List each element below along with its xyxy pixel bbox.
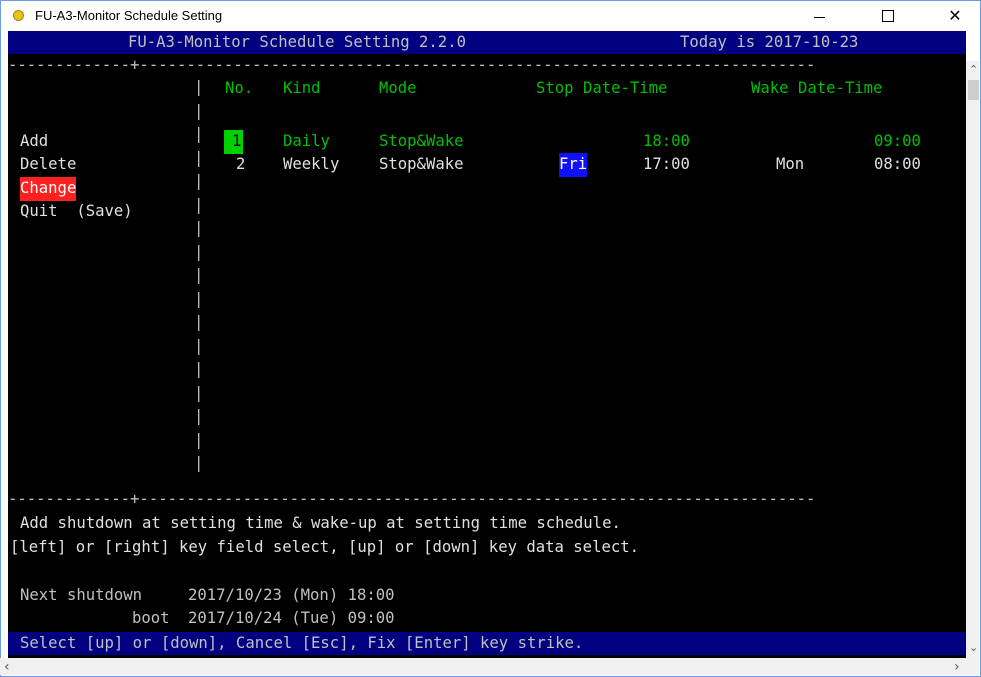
top-divider: -------------+--------------------------…: [8, 56, 816, 74]
help-line-2: [left] or [right] key field select, [up]…: [10, 538, 640, 556]
status-footer: Select [up] or [down], Cancel [Esc], Fix…: [8, 632, 966, 655]
col-header-mode: Mode: [379, 79, 417, 97]
row-1-mode[interactable]: Stop&Wake: [379, 130, 464, 154]
next-boot-label: boot: [132, 609, 170, 627]
row-2-mode[interactable]: Stop&Wake: [379, 153, 464, 177]
row-1-kind[interactable]: Daily: [283, 130, 330, 154]
row-2-no[interactable]: 2: [236, 153, 245, 177]
help-line-1: Add shutdown at setting time & wake-up a…: [20, 514, 621, 532]
bottom-divider: -------------+--------------------------…: [8, 490, 816, 508]
horizontal-scrollbar[interactable]: [0, 658, 966, 675]
menu-item-add[interactable]: Add: [20, 130, 48, 154]
minimize-button[interactable]: [796, 1, 842, 31]
row-1-no[interactable]: 1: [224, 130, 244, 154]
today-date: Today is 2017-10-23: [680, 33, 859, 51]
close-button[interactable]: ✕: [932, 1, 978, 31]
next-boot-value: 2017/10/24 (Tue) 09:00: [188, 609, 395, 627]
row-2-wake-time[interactable]: 08:00: [874, 153, 921, 177]
col-header-wake: Wake Date-Time: [751, 79, 883, 97]
minimize-icon: [813, 16, 825, 18]
app-icon: [13, 10, 24, 21]
row-2-wake-day[interactable]: Mon: [776, 153, 804, 177]
console-area[interactable]: FU-A3-Monitor Schedule Setting 2.2.0 Tod…: [8, 31, 966, 658]
window-title: FU-A3-Monitor Schedule Setting: [35, 8, 223, 23]
scroll-up-icon[interactable]: ⌃: [969, 63, 978, 76]
row-2-stop-day[interactable]: Fri: [559, 153, 588, 177]
row-1-stop-time[interactable]: 18:00: [643, 130, 690, 154]
close-icon: ✕: [948, 8, 962, 25]
col-header-stop: Stop Date-Time: [536, 79, 668, 97]
scroll-right-icon[interactable]: ›: [954, 659, 960, 675]
vertical-scrollbar[interactable]: [966, 61, 979, 658]
next-shutdown-value: 2017/10/23 (Mon) 18:00: [188, 586, 395, 604]
col-header-kind: Kind: [283, 79, 321, 97]
scrollbar-corner: [966, 658, 979, 675]
vertical-divider: | | | | | | | | | | | | | | | | |: [194, 78, 204, 472]
vertical-scroll-thumb[interactable]: [968, 80, 979, 100]
row-1-wake-time[interactable]: 09:00: [874, 130, 921, 154]
scroll-down-icon[interactable]: ⌄: [969, 641, 978, 654]
menu-item-quit[interactable]: Quit (Save): [20, 200, 133, 224]
menu-item-change[interactable]: Change: [20, 177, 77, 201]
footer-text: Select [up] or [down], Cancel [Esc], Fix…: [20, 634, 584, 652]
row-2-kind[interactable]: Weekly: [283, 153, 339, 177]
scroll-left-icon[interactable]: ‹: [4, 659, 10, 675]
next-shutdown-label: Next shutdown: [20, 586, 143, 604]
maximize-icon: [882, 10, 894, 22]
col-header-no: No.: [225, 79, 254, 97]
row-2-stop-time[interactable]: 17:00: [643, 153, 690, 177]
app-version-title: FU-A3-Monitor Schedule Setting 2.2.0: [128, 33, 466, 51]
menu-item-delete[interactable]: Delete: [20, 153, 76, 177]
title-bar[interactable]: FU-A3-Monitor Schedule Setting ✕: [1, 1, 980, 31]
header-bar: FU-A3-Monitor Schedule Setting 2.2.0 Tod…: [8, 31, 966, 54]
maximize-button[interactable]: [865, 1, 911, 31]
